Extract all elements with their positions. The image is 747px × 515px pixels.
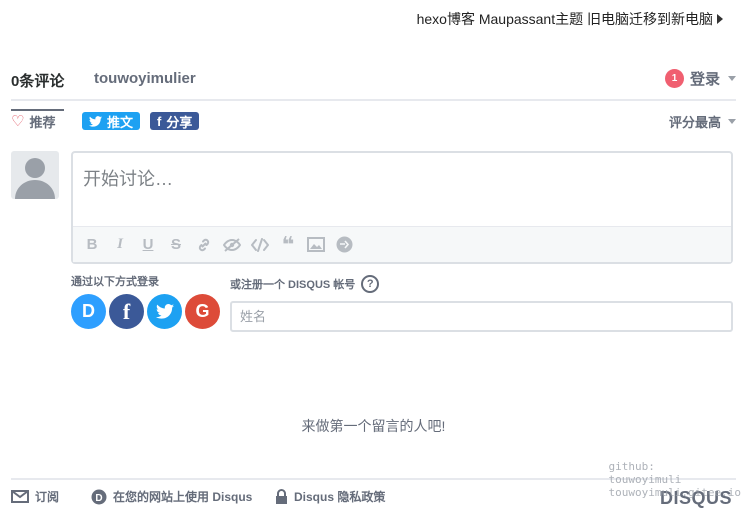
login-via-label: 通过以下方式登录 [71, 276, 159, 288]
italic-icon[interactable]: I [111, 236, 129, 254]
avatar [11, 151, 59, 199]
next-post-label: hexo博客 Maupassant主题 旧电脑迁移到新电脑 [416, 11, 713, 27]
privacy-policy-link[interactable]: Disqus 隐私政策 [275, 488, 385, 505]
tab-comment-count[interactable]: 0条评论 [11, 70, 65, 111]
sort-dropdown[interactable]: 评分最高 [669, 112, 736, 131]
underline-icon[interactable]: U [139, 236, 157, 254]
google-icon: G [195, 301, 210, 321]
recommend-button[interactable]: ♡ 推荐 [11, 112, 55, 131]
watermark-line: touwoyimuli.gitee.io [608, 486, 741, 499]
spoiler-icon[interactable] [223, 236, 241, 254]
tab-forum-name[interactable]: touwoyimulier [94, 70, 196, 87]
use-disqus-link[interactable]: D 在您的网站上使用 Disqus [91, 488, 252, 505]
gif-icon[interactable] [335, 236, 353, 254]
login-menu[interactable]: 1 登录 [664, 68, 736, 89]
login-label: 登录 [689, 71, 720, 88]
lock-icon [276, 488, 287, 504]
subscribe-link[interactable]: 订阅 [11, 488, 59, 505]
heart-icon: ♡ [11, 113, 25, 130]
facebook-share-button[interactable]: f 分享 [150, 112, 200, 130]
notification-badge[interactable]: 1 [664, 69, 684, 88]
recommend-label: 推荐 [29, 115, 56, 130]
google-login-button[interactable]: G [185, 294, 220, 329]
disqus-logo-icon: D [91, 489, 107, 504]
quote-icon[interactable]: ❝ [279, 232, 297, 257]
facebook-icon: f [157, 113, 162, 129]
watermark-line: touwoyimuli [608, 473, 682, 486]
privacy-label: Disqus 隐私政策 [294, 490, 386, 504]
help-icon[interactable]: ? [361, 275, 380, 293]
tweet-label: 推文 [107, 114, 134, 130]
disqus-login-button[interactable]: D [71, 294, 106, 329]
code-icon[interactable] [251, 236, 269, 254]
disqus-nav: 0条评论 touwoyimulier 1 登录 [11, 60, 736, 111]
editor-toolbar: B I U S ❝ [73, 226, 731, 262]
strikethrough-icon[interactable]: S [167, 236, 185, 254]
signup-label: 或注册一个 DISQUS 帐号 [230, 279, 356, 291]
twitter-bird-icon [155, 304, 174, 319]
social-login-buttons: D f G [71, 294, 220, 329]
facebook-login-button[interactable]: f [109, 294, 144, 329]
image-icon[interactable] [307, 236, 325, 254]
disqus-icon: D [82, 301, 95, 321]
play-arrow-icon [717, 14, 723, 24]
watermark-line: github: [608, 460, 655, 473]
link-icon[interactable] [195, 236, 213, 254]
next-post-link[interactable]: hexo博客 Maupassant主题 旧电脑迁移到新电脑 [417, 9, 723, 29]
twitter-bird-icon [89, 115, 102, 127]
chevron-down-icon [728, 119, 736, 124]
subscribe-label: 订阅 [35, 490, 60, 504]
comment-textarea[interactable]: 开始讨论… [83, 165, 173, 191]
watermark: github: touwoyimuli touwoyimuli.gitee.io [609, 460, 741, 499]
comment-editor[interactable]: 开始讨论… B I U S ❝ [71, 151, 733, 264]
use-disqus-label: 在您的网站上使用 Disqus [113, 490, 253, 504]
facebook-icon: f [122, 298, 131, 324]
user-silhouette-icon [15, 158, 55, 199]
twitter-login-button[interactable] [147, 294, 182, 329]
empty-thread-message: 来做第一个留言的人吧! [301, 418, 446, 434]
bold-icon[interactable]: B [83, 236, 101, 254]
sort-label: 评分最高 [668, 115, 721, 130]
tweet-button[interactable]: 推文 [82, 112, 141, 130]
envelope-icon [11, 490, 29, 503]
svg-text:D: D [95, 493, 102, 504]
thread-actions: ♡ 推荐 推文 f 分享 评分最高 [11, 110, 736, 132]
name-field[interactable] [230, 301, 733, 332]
chevron-down-icon [728, 76, 736, 81]
signup-prompt: 或注册一个 DISQUS 帐号 ? [230, 275, 380, 293]
share-label: 分享 [166, 114, 193, 130]
